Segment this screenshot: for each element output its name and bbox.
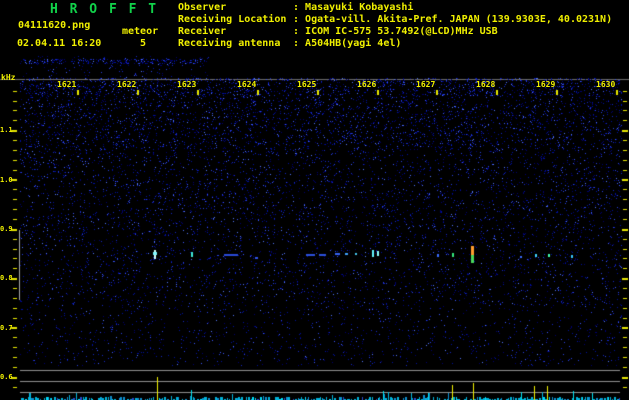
- info-value: A504HB(yagi 4el): [305, 38, 402, 49]
- y-tick-label-1.0: 1.0: [0, 176, 13, 184]
- info-colon: :: [293, 38, 306, 49]
- x-tick-label-1627: 1627: [416, 80, 436, 89]
- x-tick-label-1625: 1625: [297, 80, 317, 89]
- info-value: ICOM IC-575 53.7492(@LCD)MHz USB: [305, 26, 498, 37]
- x-tick-label-1621: 1621: [57, 80, 77, 89]
- y-tick-label-0.7: 0.7: [0, 324, 13, 332]
- hrofft-window: H R O F F T 04111620.png meteor 02.04.11…: [0, 0, 629, 400]
- station-info-row: Receiver: ICOM IC-575 53.7492(@LCD)MHz U…: [178, 26, 612, 38]
- meteor-count: 5: [140, 38, 147, 49]
- y-tick-label-0.9: 0.9: [0, 225, 13, 233]
- info-colon: :: [293, 14, 306, 25]
- filename-label: 04111620.png: [18, 20, 91, 31]
- info-label: Receiving Location: [178, 14, 287, 25]
- y-axis-unit-label: kHz: [1, 73, 16, 82]
- station-info-row: Receiving antenna: A504HB(yagi 4el): [178, 38, 612, 50]
- datetime-label: 02.04.11 16:20: [17, 38, 102, 49]
- mode-label: meteor: [122, 26, 159, 37]
- x-tick-label-1622: 1622: [117, 80, 137, 89]
- x-tick-label-1630: 1630: [596, 80, 616, 89]
- station-info-row: Receiving Location: Ogata-vill. Akita-Pr…: [178, 14, 612, 26]
- x-tick-label-1629: 1629: [536, 80, 556, 89]
- y-tick-label-0.6: 0.6: [0, 373, 13, 381]
- info-value: Ogata-vill. Akita-Pref. JAPAN (139.9303E…: [305, 14, 613, 25]
- info-label: Receiving antenna: [178, 38, 281, 49]
- y-tick-label-1.1: 1.1: [0, 126, 13, 134]
- info-value: Masayuki Kobayashi: [305, 2, 414, 13]
- header: H R O F F T 04111620.png meteor 02.04.11…: [0, 0, 629, 56]
- info-colon: :: [293, 26, 306, 37]
- x-tick-label-1626: 1626: [357, 80, 377, 89]
- y-tick-label-0.8: 0.8: [0, 274, 13, 282]
- app-title: H R O F F T: [50, 2, 159, 17]
- info-label: Receiver: [178, 26, 227, 37]
- x-tick-label-1623: 1623: [177, 80, 197, 89]
- x-tick-label-1628: 1628: [476, 80, 496, 89]
- spectrogram-canvas: [0, 0, 629, 400]
- x-tick-label-1624: 1624: [237, 80, 257, 89]
- station-info: Observer: Masayuki Kobayashi Receiving Lo…: [178, 2, 612, 50]
- info-colon: :: [293, 2, 306, 13]
- station-info-row: Observer: Masayuki Kobayashi: [178, 2, 612, 14]
- info-label: Observer: [178, 2, 227, 13]
